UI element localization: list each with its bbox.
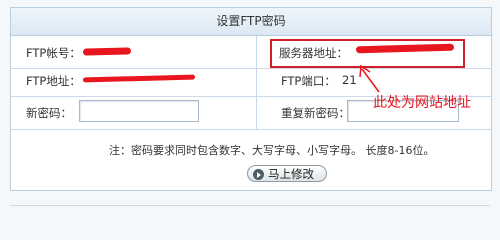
confirm-password-label: 重复新密码： (281, 106, 350, 120)
ftp-account-label: FTP帐号： (26, 46, 81, 60)
submit-button[interactable]: 马上修改 (247, 165, 327, 182)
panel-title: 设置FTP密码 (11, 8, 491, 36)
password-requirement-note: 注：密码要求同时包含数字、大写字母、小写字母。 长度8-16位。 (109, 144, 435, 157)
column-divider (256, 36, 257, 129)
highlight-box (270, 39, 465, 68)
bottom-strip (10, 205, 490, 224)
new-password-label: 新密码： (26, 106, 72, 120)
play-icon (253, 169, 264, 180)
ftp-port-value: 21 (342, 73, 357, 87)
ftp-address-redacted (82, 74, 196, 83)
submit-button-label: 马上修改 (268, 167, 314, 181)
row-divider (11, 68, 491, 69)
row-divider (11, 129, 491, 130)
annotation-text: 此处为网站地址 (373, 95, 471, 111)
ftp-address-label: FTP地址： (26, 74, 81, 88)
new-password-field[interactable] (79, 100, 199, 122)
ftp-port-label: FTP端口： (281, 74, 336, 88)
ftp-account-redacted (82, 47, 132, 56)
